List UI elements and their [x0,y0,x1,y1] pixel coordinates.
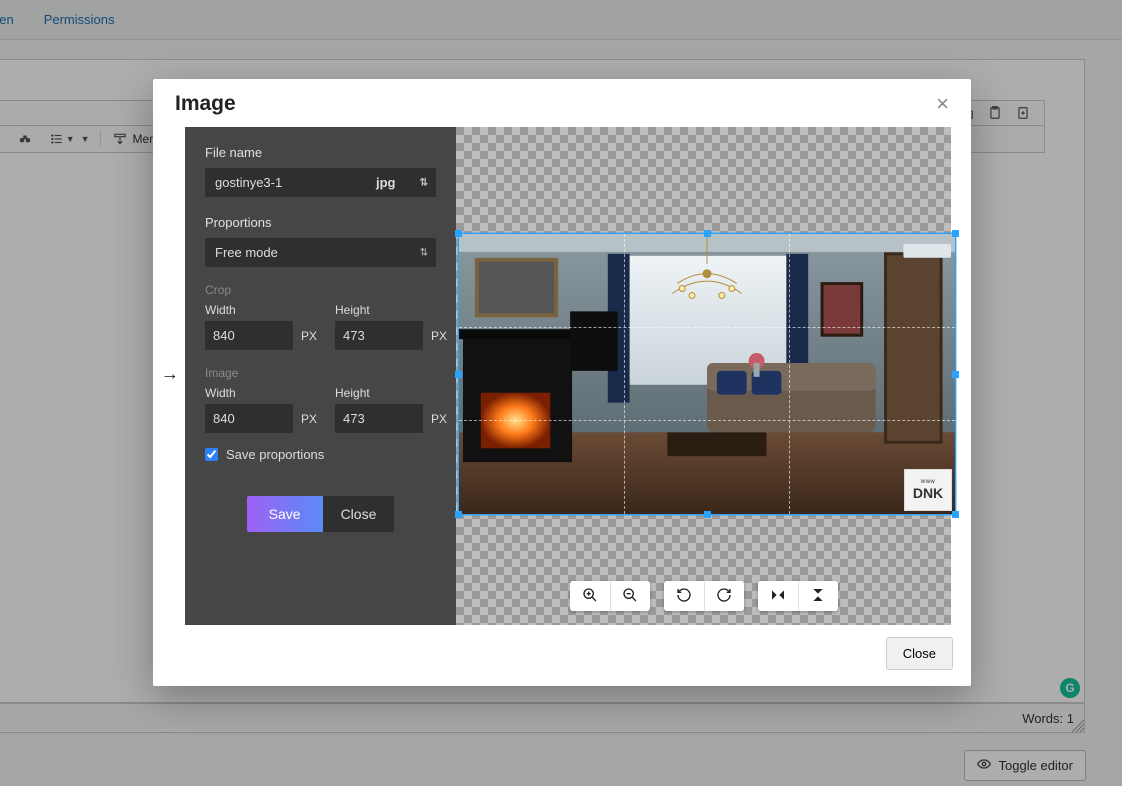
crop-width-label: Width [205,303,317,317]
crop-height-input[interactable] [335,321,423,350]
crop-handle[interactable] [952,371,959,378]
cropper-settings-panel: → File name jpg ⇅ Proportions Free mode … [185,127,456,625]
rotate-right-button[interactable] [704,581,744,611]
chevron-updown-icon: ⇅ [420,247,428,258]
crop-height-label: Height [335,303,447,317]
crop-handle[interactable] [704,511,711,518]
crop-handle[interactable] [455,371,462,378]
modal-title: Image [175,92,236,116]
px-unit: PX [301,329,317,343]
rotate-left-button[interactable] [664,581,704,611]
flip-horizontal-icon [770,587,786,606]
image-modal: Image × → File name jpg ⇅ Proportions Fr… [153,79,971,686]
crop-handle[interactable] [455,230,462,237]
image-width-label: Width [205,386,317,400]
chevron-updown-icon: ⇅ [420,177,428,188]
save-button[interactable]: Save [247,496,323,532]
rotate-right-icon [716,587,732,606]
crop-frame[interactable]: www DNK [458,233,956,515]
file-name-input[interactable] [205,168,370,197]
zoom-in-button[interactable] [570,581,610,611]
px-unit: PX [431,329,447,343]
proportions-label: Proportions [205,215,436,230]
crop-handle[interactable] [455,511,462,518]
save-proportions-row[interactable]: Save proportions [205,447,436,462]
proportions-select[interactable]: Free mode [205,238,436,267]
crop-section-label: Crop [205,283,436,297]
modal-header: Image × [153,79,971,127]
px-unit: PX [301,412,317,426]
crop-handle[interactable] [952,511,959,518]
image-height-label: Height [335,386,447,400]
px-unit: PX [431,412,447,426]
modal-body: → File name jpg ⇅ Proportions Free mode … [185,127,951,625]
cropper-canvas[interactable]: www DNK [456,127,951,625]
modal-close-x[interactable]: × [936,91,949,117]
modal-footer: Close [153,625,971,686]
save-proportions-label: Save proportions [226,447,324,462]
close-button-dark[interactable]: Close [323,496,395,532]
crop-width-input[interactable] [205,321,293,350]
file-name-label: File name [205,145,436,160]
room-photo [459,234,955,514]
zoom-out-button[interactable] [610,581,650,611]
save-proportions-checkbox[interactable] [205,448,218,461]
file-ext-select[interactable]: jpg ⇅ [370,168,436,197]
watermark: www DNK [904,469,952,511]
image-height-input[interactable] [335,404,423,433]
flip-vertical-icon [810,587,826,606]
close-icon: × [936,91,949,116]
cropper-toolbar [570,581,838,611]
modal-close-button[interactable]: Close [886,637,953,670]
zoom-out-icon [622,587,638,606]
rotate-left-icon [676,587,692,606]
flip-vertical-button[interactable] [798,581,838,611]
image-section-label: Image [205,366,436,380]
image-width-input[interactable] [205,404,293,433]
crop-handle[interactable] [952,230,959,237]
zoom-in-icon [582,587,598,606]
flip-horizontal-button[interactable] [758,581,798,611]
crop-handle[interactable] [704,230,711,237]
collapse-arrow-icon[interactable]: → [161,363,179,384]
